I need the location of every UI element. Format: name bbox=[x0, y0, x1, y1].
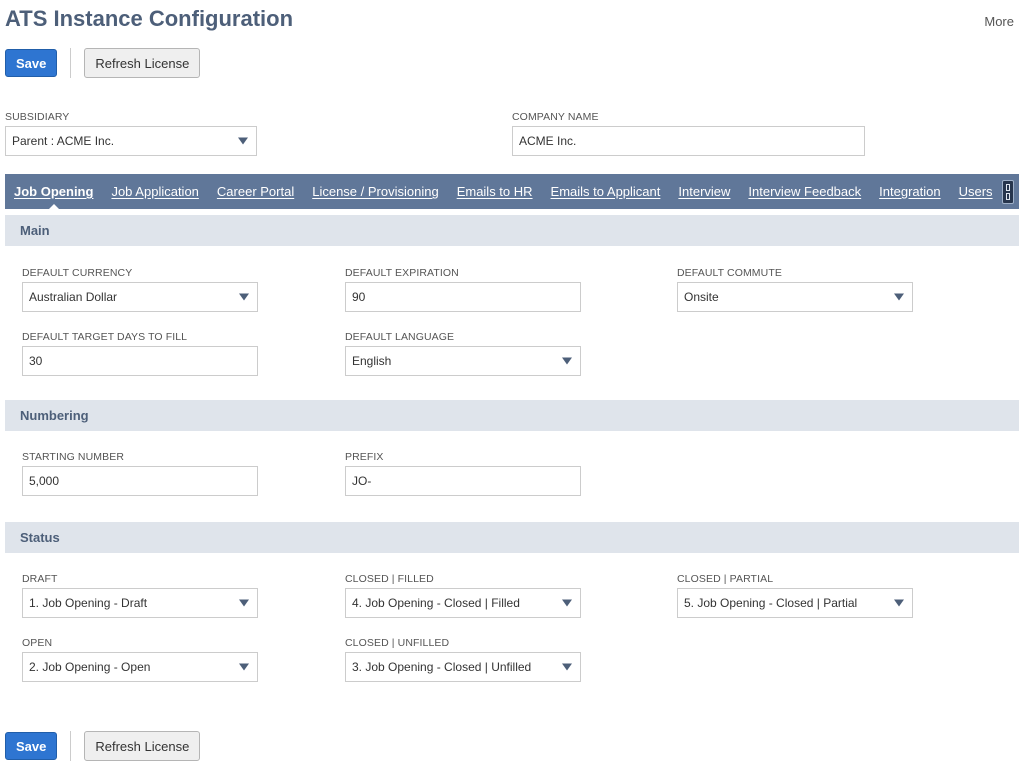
chevron-down-icon bbox=[562, 357, 572, 365]
default-expiration-field: DEFAULT EXPIRATION 90 bbox=[345, 266, 581, 312]
button-divider bbox=[70, 731, 72, 761]
default-expiration-label: DEFAULT EXPIRATION bbox=[345, 267, 459, 279]
tab-job-opening[interactable]: Job Opening bbox=[5, 174, 102, 209]
starting-number-field: STARTING NUMBER 5,000 bbox=[22, 450, 258, 496]
save-button-bottom[interactable]: Save bbox=[5, 732, 58, 760]
default-target-days-input[interactable]: 30 bbox=[22, 346, 258, 376]
refresh-license-button[interactable]: Refresh License bbox=[84, 48, 201, 78]
company-name-value: ACME Inc. bbox=[519, 134, 577, 148]
tab-license-provisioning[interactable]: License / Provisioning bbox=[303, 174, 447, 209]
closed-unfilled-status-select[interactable]: 3. Job Opening - Closed | Unfilled bbox=[345, 652, 581, 682]
closed-partial-status-select[interactable]: 5. Job Opening - Closed | Partial bbox=[677, 588, 913, 618]
section-header-main[interactable]: Main bbox=[5, 215, 1019, 246]
bottom-button-bar: Save Refresh License bbox=[5, 729, 201, 763]
closed-partial-status-value: 5. Job Opening - Closed | Partial bbox=[684, 596, 858, 610]
chevron-down-icon bbox=[894, 293, 904, 301]
default-commute-label: DEFAULT COMMUTE bbox=[677, 267, 782, 279]
closed-partial-status-label: CLOSED | PARTIAL bbox=[677, 573, 774, 585]
default-commute-select[interactable]: Onsite bbox=[677, 282, 913, 312]
company-name-input[interactable]: ACME Inc. bbox=[512, 126, 865, 156]
closed-filled-status-field: CLOSED | FILLED 4. Job Opening - Closed … bbox=[345, 572, 581, 618]
draft-status-field: DRAFT 1. Job Opening - Draft bbox=[22, 572, 258, 618]
starting-number-value: 5,000 bbox=[29, 474, 60, 488]
tab-integration[interactable]: Integration bbox=[870, 174, 949, 209]
default-expiration-input[interactable]: 90 bbox=[345, 282, 581, 312]
default-language-value: English bbox=[352, 354, 392, 368]
tab-emails-to-applicant[interactable]: Emails to Applicant bbox=[542, 174, 670, 209]
company-name-label: COMPANY NAME bbox=[512, 111, 599, 123]
draft-status-value: 1. Job Opening - Draft bbox=[29, 596, 148, 610]
default-currency-field: DEFAULT CURRENCY Australian Dollar bbox=[22, 266, 258, 312]
default-language-select[interactable]: English bbox=[345, 346, 581, 376]
draft-status-label: DRAFT bbox=[22, 573, 58, 585]
default-currency-label: DEFAULT CURRENCY bbox=[22, 267, 133, 279]
default-currency-value: Australian Dollar bbox=[29, 290, 118, 304]
prefix-value: JO- bbox=[352, 474, 372, 488]
tab-interview[interactable]: Interview bbox=[669, 174, 739, 209]
default-language-label: DEFAULT LANGUAGE bbox=[345, 331, 455, 343]
subtab-bar: Job Opening Job Application Career Porta… bbox=[5, 174, 1019, 209]
closed-unfilled-status-value: 3. Job Opening - Closed | Unfilled bbox=[352, 660, 532, 674]
tab-interview-feedback[interactable]: Interview Feedback bbox=[739, 174, 870, 209]
closed-filled-status-label: CLOSED | FILLED bbox=[345, 573, 434, 585]
more-menu-link[interactable]: More bbox=[984, 14, 1014, 29]
page-title: ATS Instance Configuration bbox=[5, 6, 294, 31]
closed-partial-status-field: CLOSED | PARTIAL 5. Job Opening - Closed… bbox=[677, 572, 913, 618]
prefix-label: PREFIX bbox=[345, 451, 384, 463]
section-header-status[interactable]: Status bbox=[5, 522, 1019, 553]
starting-number-input[interactable]: 5,000 bbox=[22, 466, 258, 496]
closed-filled-status-value: 4. Job Opening - Closed | Filled bbox=[352, 596, 520, 610]
prefix-input[interactable]: JO- bbox=[345, 466, 581, 496]
closed-unfilled-status-label: CLOSED | UNFILLED bbox=[345, 637, 450, 649]
prefix-field: PREFIX JO- bbox=[345, 450, 581, 496]
closed-unfilled-status-field: CLOSED | UNFILLED 3. Job Opening - Close… bbox=[345, 636, 581, 682]
subsidiary-select[interactable]: Parent : ACME Inc. bbox=[5, 126, 257, 156]
subsidiary-label: SUBSIDIARY bbox=[5, 111, 70, 123]
open-status-field: OPEN 2. Job Opening - Open bbox=[22, 636, 258, 682]
chevron-down-icon bbox=[239, 293, 249, 301]
default-target-days-label: DEFAULT TARGET DAYS TO FILL bbox=[22, 331, 188, 343]
open-status-select[interactable]: 2. Job Opening - Open bbox=[22, 652, 258, 682]
draft-status-select[interactable]: 1. Job Opening - Draft bbox=[22, 588, 258, 618]
chevron-down-icon bbox=[894, 599, 904, 607]
default-language-field: DEFAULT LANGUAGE English bbox=[345, 330, 581, 376]
default-currency-select[interactable]: Australian Dollar bbox=[22, 282, 258, 312]
tab-users[interactable]: Users bbox=[950, 174, 1002, 209]
tab-job-application[interactable]: Job Application bbox=[102, 174, 207, 209]
starting-number-label: STARTING NUMBER bbox=[22, 451, 125, 463]
closed-filled-status-select[interactable]: 4. Job Opening - Closed | Filled bbox=[345, 588, 581, 618]
default-target-days-field: DEFAULT TARGET DAYS TO FILL 30 bbox=[22, 330, 258, 376]
chevron-down-icon bbox=[238, 137, 248, 145]
tab-career-portal[interactable]: Career Portal bbox=[208, 174, 303, 209]
top-button-bar: Save Refresh License bbox=[5, 46, 201, 80]
chevron-down-icon bbox=[562, 663, 572, 671]
refresh-license-button-bottom[interactable]: Refresh License bbox=[84, 731, 201, 761]
chevron-down-icon bbox=[239, 599, 249, 607]
default-expiration-value: 90 bbox=[352, 290, 366, 304]
subsidiary-field: SUBSIDIARY Parent : ACME Inc. bbox=[5, 110, 257, 156]
default-commute-field: DEFAULT COMMUTE Onsite bbox=[677, 266, 913, 312]
chevron-down-icon bbox=[562, 599, 572, 607]
tab-emails-to-hr[interactable]: Emails to HR bbox=[448, 174, 542, 209]
subsidiary-value: Parent : ACME Inc. bbox=[12, 134, 115, 148]
section-header-numbering[interactable]: Numbering bbox=[5, 400, 1019, 431]
save-button[interactable]: Save bbox=[5, 49, 58, 77]
tab-overflow-menu-icon[interactable] bbox=[1001, 179, 1014, 204]
default-target-days-value: 30 bbox=[29, 354, 43, 368]
default-commute-value: Onsite bbox=[684, 290, 719, 304]
chevron-down-icon bbox=[239, 663, 249, 671]
button-divider bbox=[70, 48, 72, 78]
company-name-field: COMPANY NAME ACME Inc. bbox=[512, 110, 865, 156]
open-status-label: OPEN bbox=[22, 637, 53, 649]
open-status-value: 2. Job Opening - Open bbox=[29, 660, 151, 674]
